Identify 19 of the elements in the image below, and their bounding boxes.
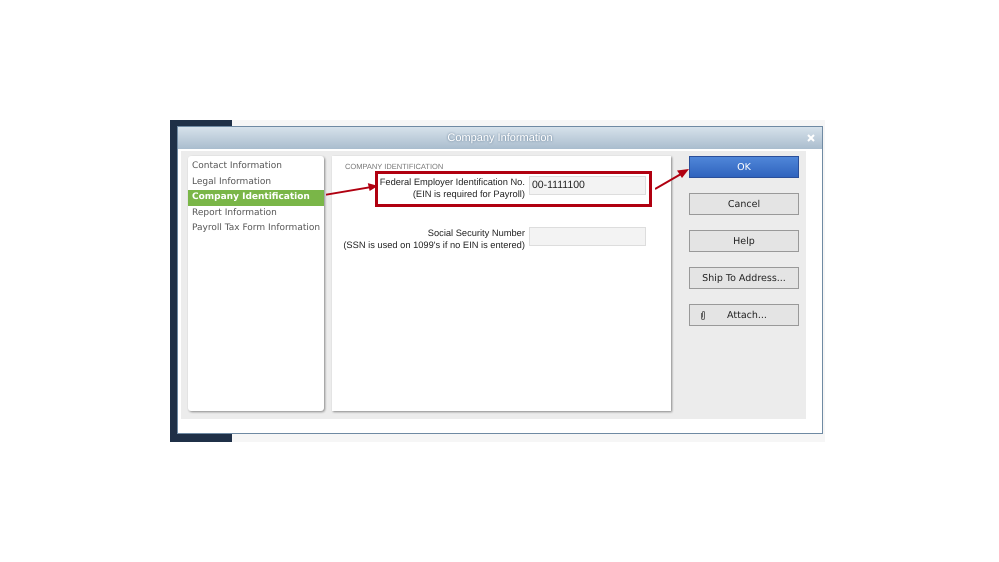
category-item[interactable]: Contact Information bbox=[188, 159, 324, 175]
input-field[interactable] bbox=[528, 227, 646, 246]
dialog-button[interactable]: Cancel bbox=[689, 193, 799, 215]
input-field[interactable]: 00-1111100 bbox=[528, 176, 646, 195]
pointer-arrow bbox=[655, 168, 689, 190]
category-item[interactable]: Report Information bbox=[188, 206, 324, 222]
attach-button[interactable]: Attach... bbox=[689, 304, 799, 326]
dialog-button[interactable]: Help bbox=[689, 230, 799, 252]
close-icon[interactable] bbox=[807, 134, 815, 142]
paperclip-icon bbox=[700, 310, 706, 320]
category-item[interactable]: Legal Information bbox=[188, 174, 324, 190]
field-note: (SSN is used on 1099's if no EIN is entered) bbox=[343, 239, 525, 251]
category-item[interactable]: Payroll Tax Form Information bbox=[188, 221, 324, 237]
window-title: Company Information bbox=[447, 132, 553, 144]
dialog-button[interactable]: Ship To Address... bbox=[689, 267, 799, 289]
field-label: Federal Employer Identification No. bbox=[380, 176, 525, 188]
ok-button[interactable]: OK bbox=[689, 156, 799, 178]
field-label: Social Security Number bbox=[428, 227, 525, 239]
field-note: (EIN is required for Payroll) bbox=[412, 188, 525, 200]
